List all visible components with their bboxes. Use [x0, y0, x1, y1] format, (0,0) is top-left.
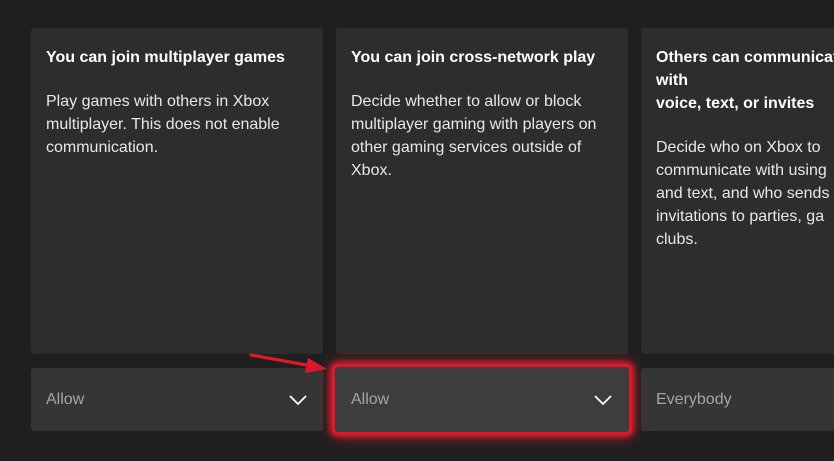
cross-network-dropdown[interactable]: Allow: [332, 364, 632, 435]
cross-network-dropdown-value: Allow: [351, 390, 390, 408]
multiplayer-dropdown-value: Allow: [46, 390, 85, 408]
chevron-down-icon: [289, 394, 307, 405]
cross-network-card: You can join cross-network play Decide w…: [336, 28, 628, 354]
multiplayer-dropdown[interactable]: Allow: [31, 368, 323, 431]
chevron-down-icon: [594, 394, 612, 405]
communication-card-title: Others can communicate with voice, text,…: [656, 49, 834, 112]
communication-dropdown-value: Everybody: [656, 390, 732, 408]
privacy-settings-screen: You can join multiplayer games Play game…: [0, 0, 834, 461]
communication-card-description: Decide who on Xbox to communicate with u…: [656, 139, 830, 248]
multiplayer-card: You can join multiplayer games Play game…: [31, 28, 323, 354]
communication-card: Others can communicate with voice, text,…: [641, 28, 834, 354]
multiplayer-card-title: You can join multiplayer games: [46, 49, 285, 66]
cross-network-card-description: Decide whether to allow or block multipl…: [351, 93, 597, 179]
cross-network-card-title: You can join cross-network play: [351, 49, 596, 66]
communication-dropdown[interactable]: Everybody: [641, 368, 834, 431]
multiplayer-card-description: Play games with others in Xbox multiplay…: [46, 93, 280, 156]
